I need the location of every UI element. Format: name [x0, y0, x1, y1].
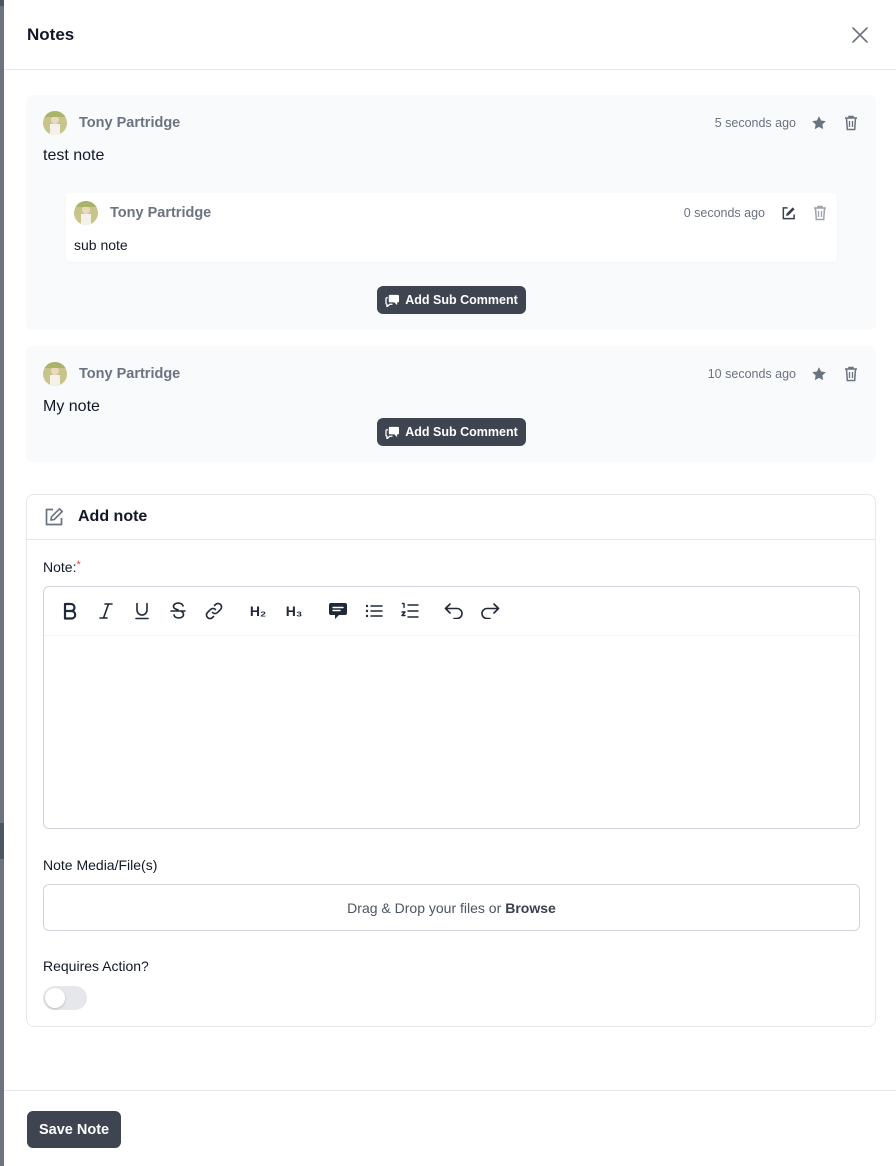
strikethrough-icon — [170, 602, 186, 619]
avatar — [43, 111, 67, 135]
heading-3-icon: H₃ — [285, 603, 303, 619]
panel-header: Notes — [4, 0, 896, 70]
note-card: Tony Partridge 10 seconds ago My note Ad… — [26, 346, 876, 462]
trash-icon — [814, 205, 826, 221]
requires-action-toggle[interactable] — [43, 986, 87, 1010]
add-note-title: Add note — [78, 508, 148, 525]
dropzone-text: Drag & Drop your files or — [347, 899, 502, 916]
strikethrough-button[interactable] — [166, 599, 190, 623]
heading-2-button[interactable]: H₂ — [246, 599, 270, 623]
italic-button[interactable] — [94, 599, 118, 623]
add-sub-comment-button[interactable]: Add Sub Comment — [377, 418, 526, 446]
favorite-button[interactable] — [810, 114, 828, 132]
note-timestamp: 5 seconds ago — [714, 116, 796, 130]
bullet-list-button[interactable] — [362, 599, 386, 623]
ordered-list-button[interactable] — [398, 599, 422, 623]
note-timestamp: 10 seconds ago — [707, 367, 796, 381]
author-name: Tony Partridge — [110, 205, 212, 221]
note-body: My note — [43, 398, 100, 415]
requires-action-label: Requires Action? — [43, 958, 149, 974]
comment-button[interactable] — [326, 599, 350, 623]
note-header: Tony Partridge 10 seconds ago — [43, 362, 860, 386]
panel-footer: Save Note — [4, 1090, 896, 1166]
save-note-button[interactable]: Save Note — [27, 1111, 122, 1148]
close-button[interactable] — [848, 23, 872, 47]
file-dropzone[interactable]: Drag & Drop your files or Browse — [43, 884, 860, 931]
undo-icon — [444, 603, 463, 619]
sub-note-header: Tony Partridge 0 seconds ago — [74, 201, 829, 225]
comment-icon — [329, 603, 347, 619]
note-editor: H₂ H₃ — [43, 586, 860, 829]
panel-title: Notes — [27, 24, 75, 44]
delete-button[interactable] — [842, 114, 860, 132]
browse-link[interactable]: Browse — [505, 900, 556, 916]
close-icon — [852, 26, 868, 43]
edit-icon — [782, 206, 795, 219]
bold-button[interactable] — [58, 599, 82, 623]
link-icon — [205, 602, 223, 620]
required-mark: * — [76, 559, 81, 571]
redo-icon — [481, 603, 500, 619]
note-meta: 10 seconds ago — [708, 365, 860, 383]
add-sub-comment-label: Add Sub Comment — [405, 425, 518, 439]
note-meta: 5 seconds ago — [715, 114, 860, 132]
comments-icon — [385, 294, 400, 307]
add-note-form: Add note Note:* H₂ H₃ Note Media/File(s)… — [26, 494, 876, 1027]
edit-button[interactable] — [779, 204, 797, 222]
sub-note-author: Tony Partridge — [74, 201, 211, 225]
note-field-label: Note:* — [43, 559, 860, 575]
note-editor-input[interactable] — [44, 636, 859, 828]
redo-button[interactable] — [478, 599, 502, 623]
undo-button[interactable] — [442, 599, 466, 623]
ordered-list-icon — [401, 602, 419, 618]
star-icon — [812, 116, 826, 130]
sub-note-timestamp: 0 seconds ago — [683, 206, 765, 220]
add-sub-comment-label: Add Sub Comment — [405, 293, 518, 307]
author-name: Tony Partridge — [79, 115, 181, 131]
trash-icon — [845, 115, 857, 131]
avatar — [43, 362, 67, 386]
author-name: Tony Partridge — [79, 366, 181, 382]
heading-2-icon: H₂ — [249, 603, 267, 619]
media-field-label: Note Media/File(s) — [43, 857, 158, 873]
note-author: Tony Partridge — [43, 111, 180, 135]
sub-note-body: sub note — [74, 237, 128, 253]
delete-button[interactable] — [842, 365, 860, 383]
note-card: Tony Partridge 5 seconds ago test note T… — [26, 95, 876, 330]
avatar — [74, 201, 98, 225]
toggle-knob — [45, 988, 65, 1008]
trash-icon — [845, 366, 857, 382]
notes-panel: Notes Tony Partridge 5 seconds ago test … — [4, 0, 896, 1166]
sub-note-meta: 0 seconds ago — [684, 204, 829, 222]
notes-content: Tony Partridge 5 seconds ago test note T… — [26, 95, 876, 1027]
note-body: test note — [43, 147, 105, 164]
favorite-button[interactable] — [810, 365, 828, 383]
bold-icon — [63, 602, 77, 620]
note-author: Tony Partridge — [43, 362, 180, 386]
add-sub-comment-button[interactable]: Add Sub Comment — [377, 286, 526, 314]
underline-icon — [135, 602, 149, 620]
sub-comment-actions: Add Sub Comment — [43, 286, 860, 314]
comments-icon — [385, 426, 400, 439]
heading-3-button[interactable]: H₃ — [282, 599, 306, 623]
delete-button[interactable] — [811, 204, 829, 222]
add-note-body: Note:* H₂ H₃ Note Media/File(s) Drag & D… — [27, 540, 875, 1026]
editor-toolbar: H₂ H₃ — [44, 587, 859, 636]
note-label-text: Note: — [43, 559, 77, 575]
italic-icon — [99, 603, 113, 619]
link-button[interactable] — [202, 599, 226, 623]
star-icon — [812, 367, 826, 381]
underline-button[interactable] — [130, 599, 154, 623]
pencil-square-icon — [45, 508, 63, 526]
sub-comment-actions: Add Sub Comment — [43, 418, 860, 446]
note-header: Tony Partridge 5 seconds ago — [43, 111, 860, 135]
bullet-list-icon — [365, 604, 383, 618]
sub-note-card: Tony Partridge 0 seconds ago sub note — [66, 193, 837, 262]
add-note-header: Add note — [27, 495, 875, 540]
